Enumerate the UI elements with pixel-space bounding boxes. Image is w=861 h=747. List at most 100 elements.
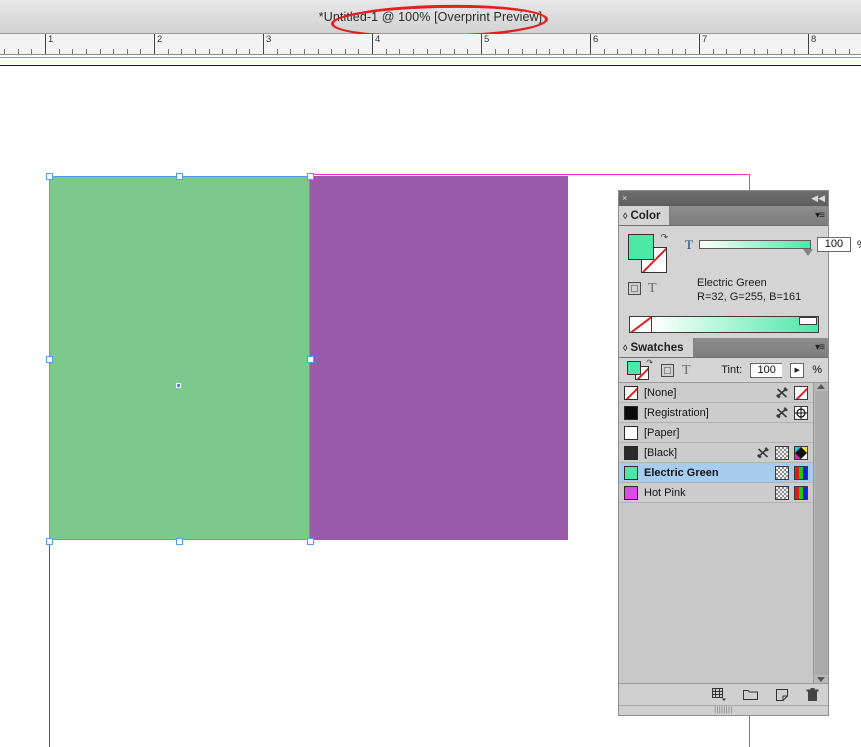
swatch-row[interactable]: Electric Green bbox=[619, 463, 813, 483]
spectrum-ramp[interactable] bbox=[652, 317, 818, 332]
fill-swatch[interactable] bbox=[628, 234, 654, 260]
ruler-minor-tick bbox=[454, 49, 455, 54]
swatches-fill-swatch[interactable] bbox=[627, 360, 641, 375]
ruler-major-tick bbox=[699, 34, 700, 54]
swap-fill-stroke-icon[interactable]: ↷ bbox=[646, 358, 653, 367]
ruler-minor-tick bbox=[31, 49, 32, 54]
ruler-minor-tick bbox=[140, 49, 141, 54]
ruler-major-tick bbox=[481, 34, 482, 54]
swatches-panel-menu-icon[interactable]: ▾≡ bbox=[815, 338, 828, 357]
scrollbar-track[interactable] bbox=[814, 391, 828, 675]
swatch-row[interactable]: [Registration] bbox=[619, 403, 813, 423]
ruler-minor-tick bbox=[672, 49, 673, 54]
tint-input[interactable]: 100 bbox=[816, 237, 851, 252]
dock-close-icon[interactable]: × bbox=[622, 194, 627, 203]
new-swatch-icon[interactable] bbox=[774, 687, 789, 702]
scroll-down-arrow[interactable] bbox=[817, 677, 825, 682]
tab-swatches[interactable]: ◊ Swatches bbox=[619, 338, 694, 357]
swatch-row-icons bbox=[775, 385, 811, 400]
swatches-format-text-icon[interactable]: T bbox=[682, 363, 691, 377]
swap-fill-stroke-icon[interactable]: ↷ bbox=[660, 233, 668, 242]
bleed-guide-line bbox=[0, 57, 861, 58]
spectrum-none-icon[interactable] bbox=[630, 317, 652, 332]
ruler-minor-tick bbox=[345, 49, 346, 54]
swatches-tint-dropdown-icon[interactable]: ▶ bbox=[790, 362, 805, 378]
tab-swatches-label: Swatches bbox=[630, 341, 684, 354]
tint-checker-icon bbox=[775, 445, 789, 460]
tint-slider[interactable] bbox=[698, 240, 813, 256]
electric-green-rectangle[interactable] bbox=[49, 176, 310, 540]
swatch-row[interactable]: Hot Pink bbox=[619, 483, 813, 503]
swatch-color-chip[interactable] bbox=[624, 465, 638, 480]
color-spectrum-bar[interactable] bbox=[629, 316, 819, 333]
rgb-icon bbox=[794, 485, 808, 500]
tint-slider-thumb[interactable] bbox=[802, 249, 813, 256]
ruler-minor-tick bbox=[849, 49, 850, 54]
ruler-label: 5 bbox=[484, 34, 490, 45]
swatches-scrollbar[interactable] bbox=[813, 383, 828, 683]
ruler-minor-tick bbox=[195, 49, 196, 54]
swatch-color-chip[interactable] bbox=[624, 385, 638, 400]
ruler-minor-tick bbox=[522, 49, 523, 54]
format-text-icon[interactable]: T bbox=[648, 282, 657, 296]
ruler-minor-tick bbox=[781, 49, 782, 54]
dock-collapse-icon[interactable]: ◀◀ bbox=[811, 194, 825, 203]
dock-resize-grip[interactable]: |||||||| bbox=[619, 705, 828, 715]
pen-crossed-icon bbox=[775, 386, 789, 400]
hot-pink-rectangle[interactable] bbox=[309, 176, 568, 540]
swatches-list[interactable]: [None] [Registration] [Paper] [Black] Electr… bbox=[619, 383, 813, 683]
swatch-name-label: Hot Pink bbox=[644, 486, 686, 499]
tint-letter-label: T bbox=[685, 237, 693, 252]
swatches-fill-stroke-control[interactable]: ↷ bbox=[627, 358, 653, 380]
ruler-minor-tick bbox=[113, 49, 114, 54]
swatch-color-chip[interactable] bbox=[624, 405, 638, 420]
ruler-minor-tick bbox=[440, 49, 441, 54]
ruler-minor-tick bbox=[86, 49, 87, 54]
ruler-minor-tick bbox=[72, 49, 73, 54]
swatches-format-container-icon[interactable] bbox=[661, 363, 674, 377]
color-values-label: R=32, G=255, B=161 bbox=[697, 291, 802, 303]
new-folder-icon[interactable] bbox=[743, 687, 758, 702]
ruler-minor-tick bbox=[549, 49, 550, 54]
ruler-minor-tick bbox=[358, 49, 359, 54]
scroll-up-arrow[interactable] bbox=[817, 384, 825, 389]
ruler-minor-tick bbox=[399, 49, 400, 54]
tint-checker-icon bbox=[775, 485, 789, 500]
swatch-color-chip[interactable] bbox=[624, 445, 638, 460]
ruler-minor-tick bbox=[767, 49, 768, 54]
ruler-minor-tick bbox=[604, 49, 605, 54]
ruler-minor-tick bbox=[209, 49, 210, 54]
ruler-minor-tick bbox=[645, 49, 646, 54]
swatches-list-container: [None] [Registration] [Paper] [Black] Electr… bbox=[619, 382, 828, 683]
ruler-minor-tick bbox=[127, 49, 128, 54]
ruler-minor-tick bbox=[685, 49, 686, 54]
new-color-group-icon[interactable] bbox=[712, 687, 727, 702]
document-title-bar: *Untitled-1 @ 100% [Overprint Preview] bbox=[0, 0, 861, 34]
rgb-icon bbox=[794, 465, 808, 480]
swatch-row[interactable]: [Paper] bbox=[619, 423, 813, 443]
delete-swatch-icon[interactable] bbox=[805, 687, 820, 702]
pen-crossed-icon bbox=[756, 446, 770, 460]
ruler-minor-tick bbox=[508, 49, 509, 54]
ruler-minor-tick bbox=[713, 49, 714, 54]
swatch-row-icons bbox=[775, 465, 811, 480]
horizontal-ruler[interactable]: 1 2 3 4 5 6 7 8 bbox=[0, 34, 861, 55]
swatch-color-chip[interactable] bbox=[624, 485, 638, 500]
diamond-icon: ◊ bbox=[623, 342, 628, 353]
swatch-color-chip[interactable] bbox=[624, 425, 638, 440]
ruler-minor-tick bbox=[658, 49, 659, 54]
swatch-row-icons bbox=[775, 485, 811, 500]
fill-stroke-control[interactable]: ↷ bbox=[628, 233, 668, 274]
color-panel-menu-icon[interactable]: ▾≡ bbox=[815, 206, 828, 225]
tabstrip-filler bbox=[670, 206, 815, 225]
swatch-row[interactable]: [Black] bbox=[619, 443, 813, 463]
format-container-icon[interactable] bbox=[628, 282, 641, 295]
tab-color[interactable]: ◊ Color bbox=[619, 206, 671, 225]
color-panel-body: ↷ T T 100 % Electric Green R=32, G=255, … bbox=[619, 226, 861, 338]
swatch-row[interactable]: [None] bbox=[619, 383, 813, 403]
tint-percent-label: % bbox=[857, 239, 861, 251]
ruler-minor-tick bbox=[331, 49, 332, 54]
page-edge-line bbox=[0, 65, 861, 66]
ruler-minor-tick bbox=[4, 49, 5, 54]
swatches-tint-input[interactable]: 100 bbox=[750, 362, 783, 378]
